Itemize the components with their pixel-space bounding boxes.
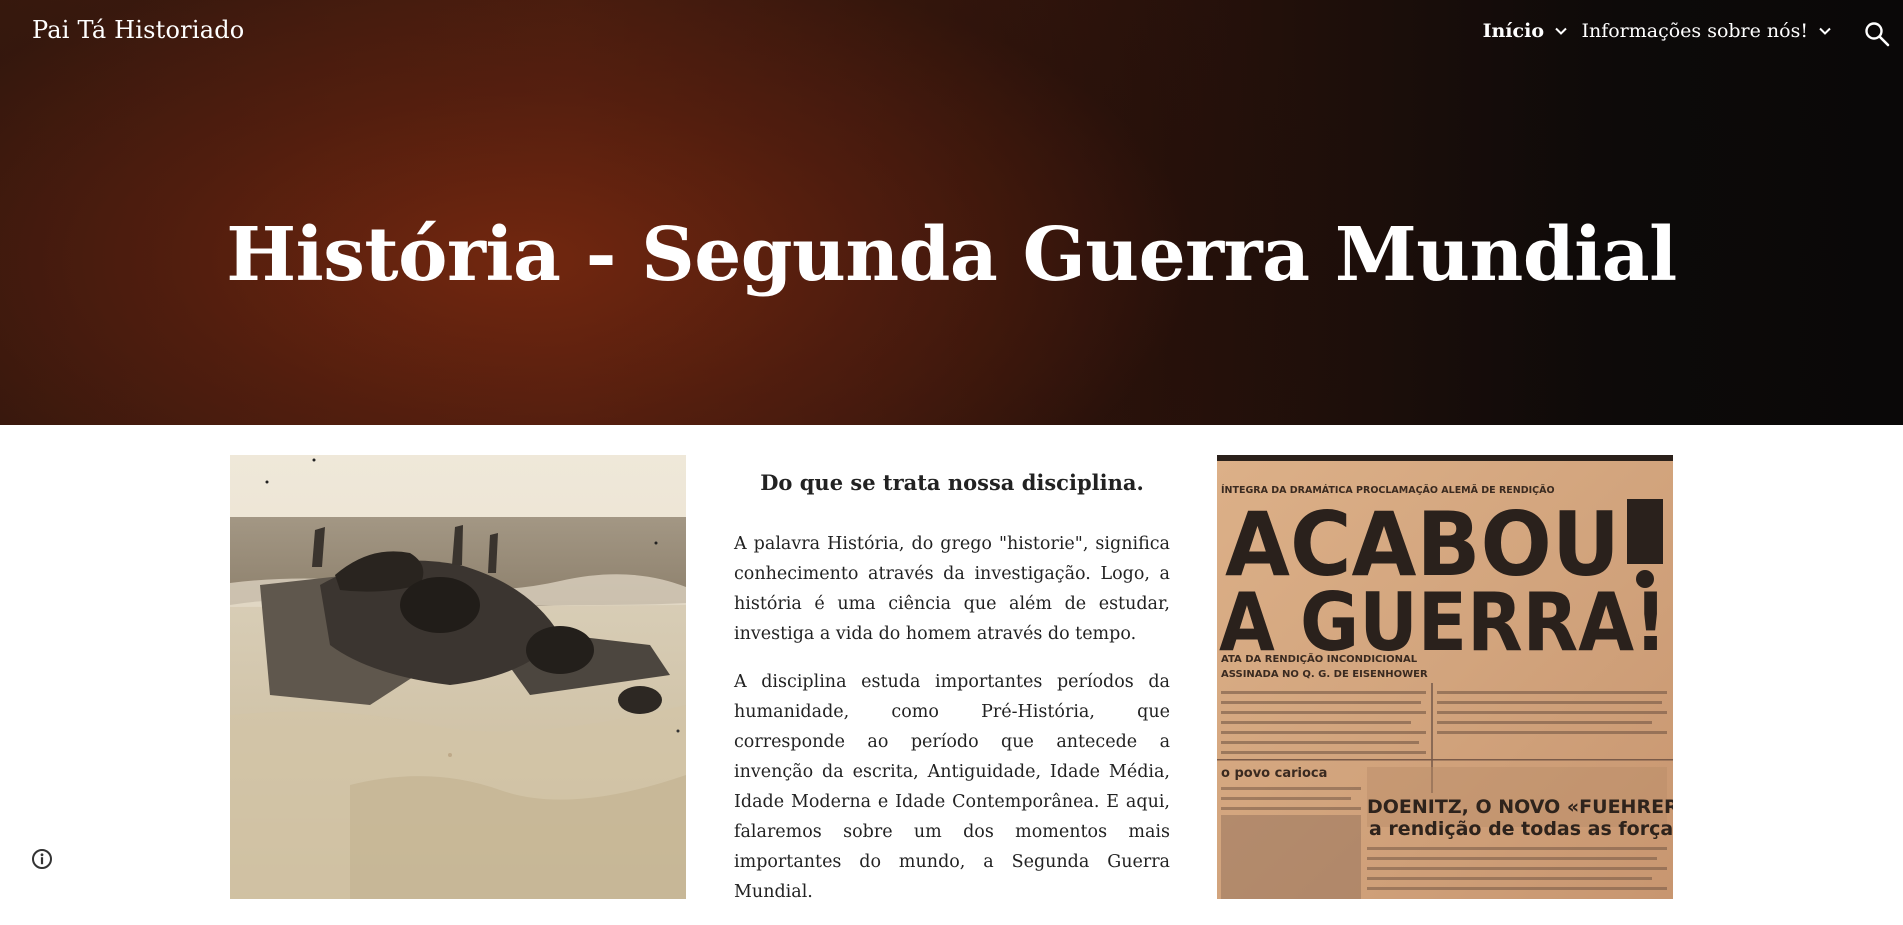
chevron-down-icon bbox=[1819, 27, 1831, 35]
newspaper-photo: ÍNTEGRA DA DRAMÁTICA PROCLAMAÇÃO ALEMÃ D… bbox=[1217, 455, 1673, 899]
newspaper-image: ÍNTEGRA DA DRAMÁTICA PROCLAMAÇÃO ALEMÃ D… bbox=[1217, 455, 1673, 899]
info-icon[interactable] bbox=[31, 848, 53, 870]
nav-item-informacoes[interactable]: Informações sobre nós! bbox=[1581, 20, 1833, 42]
paragraph: A disciplina estuda importantes períodos… bbox=[734, 672, 1170, 902]
chevron-down-icon bbox=[1555, 27, 1567, 35]
nav-item-inicio[interactable]: Início bbox=[1483, 20, 1569, 42]
newspaper-subline: ASSINADA NO Q. G. DE EISENHOWER bbox=[1221, 669, 1428, 680]
page-title: História - Segunda Guerra Mundial bbox=[226, 211, 1677, 298]
newspaper-bottom-line: a rendição de todas as forças alem bbox=[1369, 818, 1673, 840]
site-title[interactable]: Pai Tá Historiado bbox=[32, 16, 244, 44]
newspaper-side-line: o povo carioca bbox=[1221, 766, 1327, 781]
crashed-plane-photo bbox=[230, 455, 686, 899]
crashed-plane-image bbox=[230, 455, 686, 899]
nav-item-label: Informações sobre nós! bbox=[1581, 20, 1808, 42]
newspaper-bottom-line: DOENITZ, O NOVO «FUEHRER» ORDE bbox=[1367, 796, 1673, 818]
search-icon[interactable] bbox=[1863, 20, 1891, 48]
section-heading: Do que se trata nossa disciplina. bbox=[760, 470, 1144, 495]
newspaper-subline: ATA DA RENDIÇÃO INCONDICIONAL bbox=[1221, 652, 1418, 665]
hero-banner: Pai Tá Historiado Início Informações sob… bbox=[0, 0, 1903, 425]
discipline-section: Do que se trata nossa disciplina. A pala… bbox=[734, 470, 1170, 925]
paragraph: A palavra História, do grego "historie",… bbox=[734, 534, 1170, 644]
nav-item-label: Início bbox=[1482, 20, 1544, 42]
